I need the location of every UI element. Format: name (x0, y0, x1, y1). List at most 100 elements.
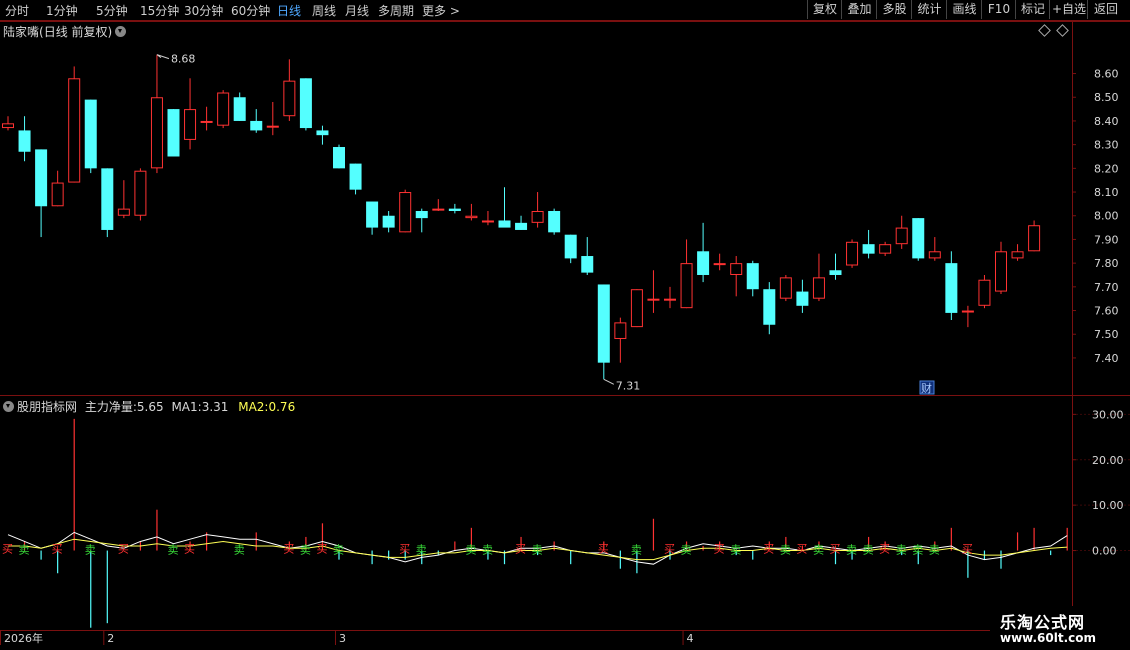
candle-up (200, 120, 213, 123)
ma2-label: MA2: (238, 400, 269, 414)
candle-down (35, 149, 48, 207)
candle-down (862, 244, 875, 254)
price-tick-label: 8.20 (1094, 162, 1119, 175)
candle-up (465, 215, 478, 219)
buy-signal: 买 (664, 543, 675, 556)
sell-signal: 卖 (532, 544, 543, 557)
indicator-tick-label: 10.00 (1092, 499, 1124, 512)
candle-up (895, 227, 908, 245)
price-tick-label: 8.50 (1094, 91, 1119, 104)
candle-up (68, 78, 81, 183)
date-label: 2026年 (4, 631, 43, 645)
sell-signal: 卖 (333, 544, 344, 557)
candle-down (829, 270, 842, 275)
ma1-label: MA1: (171, 400, 202, 414)
candle-down (233, 97, 246, 121)
min-price-label: 7.31 (616, 379, 641, 392)
candle-down (84, 99, 97, 169)
ma1-value: 3.31 (201, 400, 229, 414)
candle-up (846, 241, 859, 266)
candle-down (581, 256, 594, 273)
net-volume-bars (23, 418, 1068, 628)
candle-up (647, 298, 660, 301)
candle-down (349, 163, 362, 190)
candle-up (713, 263, 726, 266)
candle-down (316, 130, 329, 136)
candle-up (266, 125, 279, 128)
watermark-url: www.60lt.com (1000, 631, 1097, 645)
candle-up (1028, 225, 1041, 252)
buy-signal: 买 (515, 543, 526, 556)
watermark-logo: 乐淘公式网 www.60lt.com (990, 606, 1130, 650)
candle-up (928, 251, 941, 259)
date-label: 4 (687, 632, 694, 645)
buy-signal: 买 (962, 543, 973, 556)
buy-signal: 买 (2, 543, 13, 556)
candle-down (498, 220, 511, 228)
candle-down (18, 130, 31, 152)
candles-group (2, 54, 1041, 380)
candle-up (630, 289, 643, 328)
sell-signal: 卖 (234, 544, 245, 557)
candle-up (184, 109, 197, 140)
candle-down (945, 263, 958, 313)
candle-down (415, 211, 428, 219)
sell-signal: 卖 (912, 544, 923, 557)
buy-signal: 买 (118, 543, 129, 556)
candle-down (299, 78, 312, 129)
price-tick-label: 7.40 (1094, 352, 1119, 365)
sell-signal: 卖 (813, 544, 824, 557)
sell-signal: 卖 (863, 544, 874, 557)
candle-up (1011, 251, 1024, 259)
price-tick-label: 8.40 (1094, 115, 1119, 128)
sell-signal: 卖 (465, 544, 476, 557)
candle-up (51, 182, 64, 207)
candle-up (432, 208, 445, 211)
candle-up (150, 97, 163, 169)
sell-signal: 卖 (85, 544, 96, 557)
sell-signal: 卖 (780, 544, 791, 557)
candle-up (978, 279, 991, 306)
candle-down (333, 147, 345, 169)
candle-up (779, 277, 792, 299)
price-tick-label: 7.80 (1094, 257, 1119, 270)
candle-down (366, 201, 379, 228)
price-tick-label: 8.10 (1094, 186, 1119, 199)
buy-signal: 买 (283, 543, 294, 556)
price-tick-label: 7.50 (1094, 328, 1119, 341)
candle-down (448, 208, 461, 211)
buy-signal: 买 (879, 543, 890, 556)
sell-signal: 卖 (681, 544, 692, 557)
candle-up (531, 211, 544, 223)
candle-up (399, 192, 412, 233)
candle-up (995, 251, 1007, 292)
indicator-tick-label: 20.00 (1092, 454, 1124, 467)
min-price-pointer (603, 378, 615, 385)
stock-chart[interactable]: 8.60 8.50 8.40 8.30 8.20 8.10 8.00 7.90 7.80 7.70… (0, 0, 1130, 650)
candle-down (101, 168, 114, 230)
candle-down (796, 291, 809, 306)
candle-up (117, 208, 130, 216)
candle-up (664, 298, 676, 301)
dropdown-icon[interactable] (3, 401, 14, 412)
price-tick-label: 8.00 (1094, 210, 1119, 223)
price-tick-label: 7.90 (1094, 233, 1119, 246)
watermark-title: 乐淘公式网 (1000, 613, 1086, 632)
date-label: 3 (339, 632, 346, 645)
sell-signal: 卖 (300, 544, 311, 557)
max-price-pointer (156, 54, 170, 60)
candle-up (217, 92, 230, 126)
candle-down (564, 234, 577, 259)
candle-up (961, 310, 974, 313)
candle-down (912, 218, 925, 259)
price-tick-label: 7.70 (1094, 281, 1119, 294)
candle-down (515, 222, 528, 230)
date-label: 2 (107, 632, 114, 645)
sell-signal: 卖 (730, 544, 741, 557)
net-volume-label: 主力净量: (84, 400, 137, 414)
indicator-source: 股朋指标网 (17, 400, 78, 414)
candle-up (730, 263, 743, 275)
candle-down (250, 120, 263, 131)
buy-signal: 买 (52, 543, 63, 556)
price-tick-label: 7.60 (1094, 305, 1119, 318)
